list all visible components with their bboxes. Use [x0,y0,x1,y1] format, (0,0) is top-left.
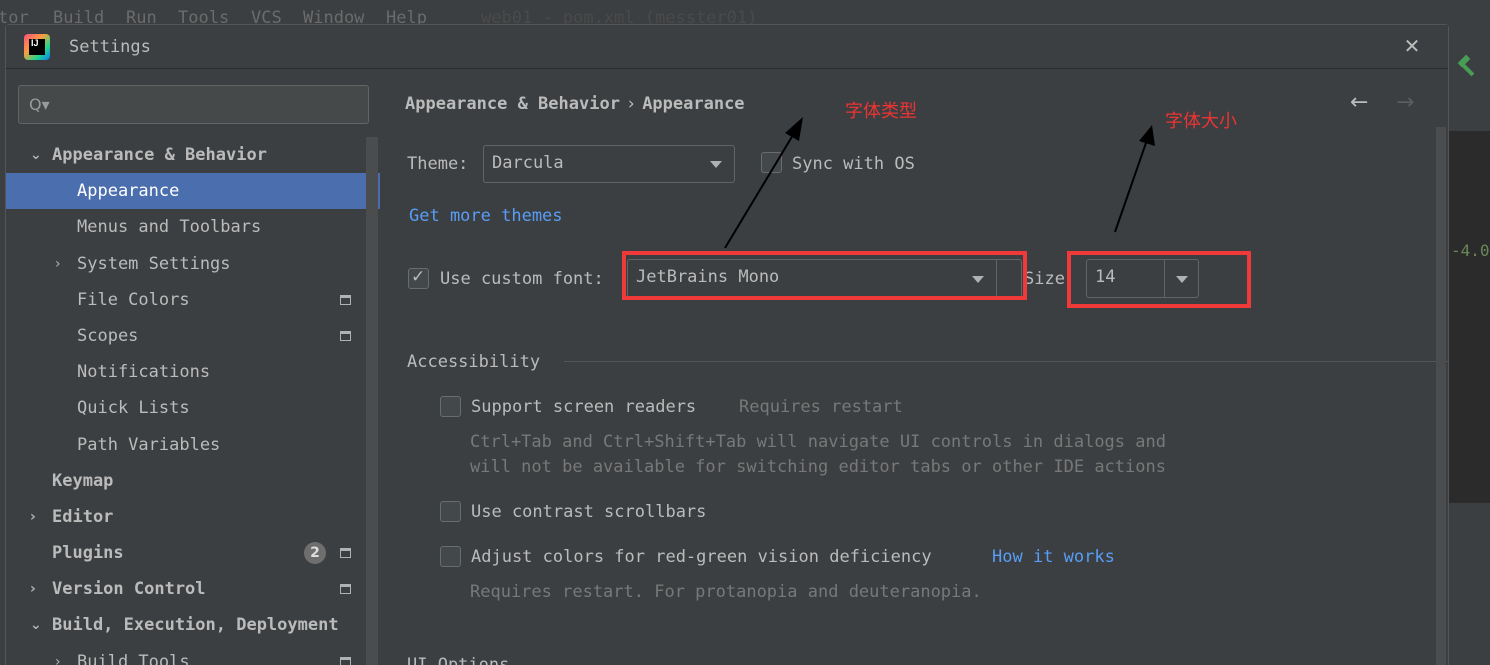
font-type-arrow [724,117,803,249]
logo-text: IJ [31,38,39,48]
font-size-arrow [1114,125,1155,233]
annotation-arrows [724,117,1155,249]
